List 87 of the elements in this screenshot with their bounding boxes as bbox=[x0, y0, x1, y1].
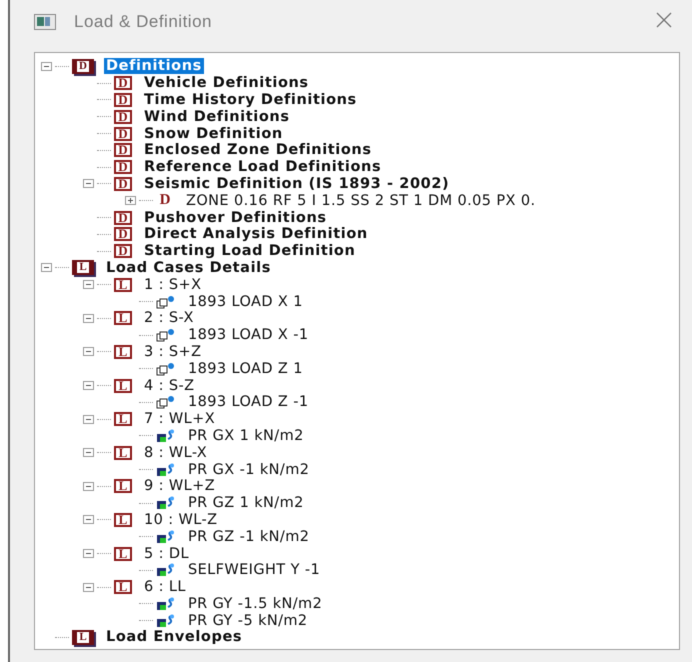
tree-item[interactable]: PR GZ 1 kN/m2 bbox=[186, 495, 306, 512]
load-block-icon bbox=[156, 614, 176, 628]
letter-icon: D bbox=[114, 92, 132, 107]
letter-icon: D bbox=[114, 76, 132, 90]
collapse-toggle[interactable] bbox=[83, 414, 94, 424]
letter-icon: L bbox=[114, 446, 132, 460]
tree-item[interactable]: 1893 LOAD X -1 bbox=[186, 327, 311, 344]
letter-icon: D bbox=[114, 110, 132, 124]
tree-item[interactable]: Definitions bbox=[104, 58, 204, 74]
letter-icon: L bbox=[114, 412, 132, 426]
letter-icon: L bbox=[114, 580, 132, 594]
collapse-toggle[interactable] bbox=[83, 549, 94, 558]
tree-item[interactable]: Wind Definitions bbox=[142, 108, 292, 125]
collapse-toggle[interactable] bbox=[83, 179, 94, 188]
collapse-toggle[interactable] bbox=[83, 381, 94, 390]
letter-icon: L bbox=[114, 344, 132, 359]
tree-item[interactable]: 6 : LL bbox=[142, 579, 188, 596]
collapse-toggle[interactable] bbox=[83, 448, 94, 458]
tree-item[interactable]: Snow Definition bbox=[142, 126, 285, 142]
tree-item[interactable]: 1 : S+X bbox=[142, 276, 204, 293]
letter-icon: D bbox=[114, 126, 132, 141]
load-block-icon bbox=[156, 530, 176, 544]
tree-item[interactable]: PR GY -5 kN/m2 bbox=[186, 612, 310, 629]
collapse-toggle[interactable] bbox=[83, 347, 94, 356]
stacked-squares-icon bbox=[156, 294, 176, 309]
tree-item[interactable]: 9 : WL+Z bbox=[142, 478, 218, 494]
letter-icon: L bbox=[114, 311, 132, 326]
letter-icon: D bbox=[114, 244, 132, 258]
collapse-toggle[interactable] bbox=[83, 482, 94, 491]
letter-icon: L bbox=[72, 260, 94, 276]
letter-icon: D bbox=[114, 176, 132, 191]
collapse-toggle[interactable] bbox=[41, 263, 52, 272]
collapse-toggle[interactable] bbox=[41, 62, 52, 71]
letter-icon: L bbox=[72, 630, 94, 645]
tree-item[interactable]: 4 : S-Z bbox=[142, 378, 196, 394]
tree-item[interactable]: PR GZ -1 kN/m2 bbox=[186, 528, 312, 545]
load-block-icon bbox=[156, 496, 176, 510]
tree-item[interactable]: Vehicle Definitions bbox=[142, 75, 311, 92]
collapse-toggle[interactable] bbox=[83, 280, 94, 290]
load-block-icon bbox=[156, 462, 176, 477]
load-block-icon bbox=[156, 596, 176, 611]
tree-item[interactable]: PR GX 1 kN/m2 bbox=[186, 428, 306, 444]
letter-icon: L bbox=[114, 546, 132, 560]
tree-item[interactable]: 1893 LOAD Z 1 bbox=[186, 360, 305, 377]
letter-icon: L bbox=[114, 512, 132, 527]
stacked-squares-icon bbox=[156, 328, 176, 342]
letter-icon: D bbox=[72, 58, 94, 74]
tree-item[interactable]: 2 : S-X bbox=[142, 310, 196, 326]
close-icon[interactable] bbox=[656, 12, 672, 28]
load-block-icon bbox=[156, 428, 176, 443]
tree-item[interactable]: 3 : S+Z bbox=[142, 344, 204, 360]
load-block-icon bbox=[156, 563, 176, 578]
tree-item[interactable]: Time History Definitions bbox=[142, 92, 359, 108]
collapse-toggle[interactable] bbox=[83, 515, 94, 524]
tree-item[interactable]: Starting Load Definition bbox=[142, 243, 358, 260]
tree-item[interactable]: Load Cases Details bbox=[104, 260, 273, 276]
letter-icon: D bbox=[114, 160, 132, 174]
collapse-toggle[interactable] bbox=[83, 582, 94, 592]
tree-item[interactable]: 5 : DL bbox=[142, 546, 191, 562]
tree-item[interactable]: 8 : WL-X bbox=[142, 444, 210, 461]
tree-item[interactable]: 1893 LOAD X 1 bbox=[186, 294, 305, 310]
stacked-squares-icon bbox=[156, 362, 176, 376]
tree-item[interactable]: Pushover Definitions bbox=[142, 210, 329, 226]
letter-icon: L bbox=[114, 479, 132, 494]
tree-item[interactable]: ZONE 0.16 RF 5 I 1.5 SS 2 ST 1 DM 0.05 PX 0. bbox=[184, 192, 538, 209]
tree-item[interactable]: Direct Analysis Definition bbox=[142, 226, 370, 242]
tree-item[interactable]: 10 : WL-Z bbox=[142, 512, 220, 528]
tree-item[interactable]: Reference Load Definitions bbox=[142, 159, 384, 176]
letter-icon: D bbox=[114, 143, 132, 158]
tree-item[interactable]: Enclosed Zone Definitions bbox=[142, 142, 374, 158]
tree-item[interactable]: PR GY -1.5 kN/m2 bbox=[186, 596, 324, 612]
expand-toggle[interactable] bbox=[125, 196, 136, 206]
tree-item[interactable]: Load Envelopes bbox=[104, 629, 244, 646]
letter-icon: L bbox=[114, 278, 132, 292]
tree-item[interactable]: SELFWEIGHT Y -1 bbox=[186, 562, 322, 578]
window-icon bbox=[34, 14, 56, 30]
tree-item[interactable]: 7 : WL+X bbox=[142, 411, 218, 428]
letter-icon: L bbox=[114, 378, 132, 393]
tree-item[interactable]: PR GX -1 kN/m2 bbox=[186, 462, 312, 478]
stacked-squares-icon bbox=[156, 395, 176, 410]
window-title: Load & Definition bbox=[74, 12, 213, 32]
tree-item[interactable]: 1893 LOAD Z -1 bbox=[186, 394, 311, 410]
letter-icon: D bbox=[114, 210, 132, 225]
letter-icon: D bbox=[114, 227, 132, 242]
collapse-toggle[interactable] bbox=[83, 314, 94, 323]
letter-icon: D bbox=[156, 192, 174, 210]
tree-item[interactable]: Seismic Definition (IS 1893 - 2002) bbox=[142, 176, 452, 192]
